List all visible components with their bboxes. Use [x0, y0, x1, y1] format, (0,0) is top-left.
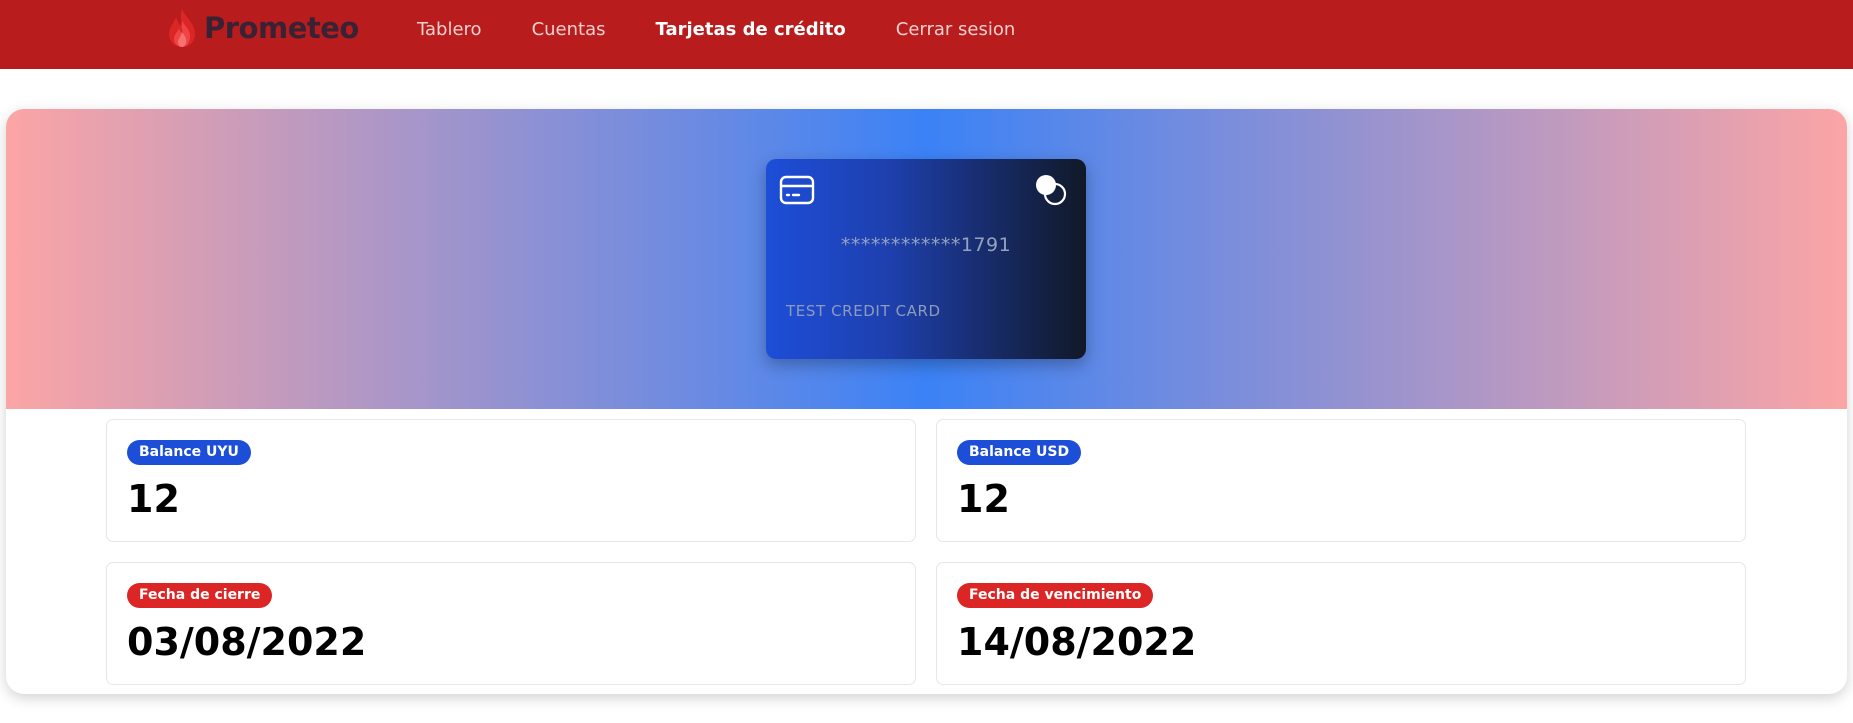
- stat-card-balance-uyu: Balance UYU 12: [106, 419, 916, 542]
- brand-link[interactable]: Prometeo: [166, 8, 359, 48]
- credit-card-icon: [779, 175, 815, 205]
- stat-value-fecha-de-vencimiento: 14/08/2022: [957, 620, 1197, 664]
- stat-card-fecha-de-cierre: Fecha de cierre 03/08/2022: [106, 562, 916, 685]
- card-brand-circles-icon: [1036, 175, 1067, 206]
- flame-logo-icon: [169, 9, 195, 47]
- nav-link-cerrar-sesion[interactable]: Cerrar sesion: [896, 19, 1016, 40]
- card-number: ************1791: [840, 234, 1012, 256]
- nav-link-tarjetas-de-credito[interactable]: Tarjetas de crédito: [656, 19, 846, 40]
- stat-value-balance-uyu: 12: [127, 477, 180, 521]
- stat-value-balance-usd: 12: [957, 477, 1010, 521]
- credit-card: ************1791 TEST CREDIT CARD: [766, 159, 1086, 359]
- stat-badge-balance-usd: Balance USD: [957, 440, 1082, 465]
- stat-badge-balance-uyu: Balance UYU: [127, 440, 251, 465]
- nav-link-tablero[interactable]: Tablero: [417, 19, 482, 40]
- nav-links: Tablero Cuentas Tarjetas de crédito Cerr…: [417, 0, 1065, 58]
- stat-badge-fecha-de-vencimiento: Fecha de vencimiento: [957, 583, 1154, 608]
- stat-card-fecha-de-vencimiento: Fecha de vencimiento 14/08/2022: [936, 562, 1746, 685]
- card-hero-banner: ************1791 TEST CREDIT CARD: [6, 109, 1847, 409]
- card-holder-name: TEST CREDIT CARD: [786, 302, 941, 320]
- brand-name: Prometeo: [204, 11, 359, 45]
- stat-value-fecha-de-cierre: 03/08/2022: [127, 620, 367, 664]
- credit-card-panel: ************1791 TEST CREDIT CARD Balanc…: [6, 109, 1847, 694]
- stat-card-balance-usd: Balance USD 12: [936, 419, 1746, 542]
- nav-link-cuentas[interactable]: Cuentas: [532, 19, 606, 40]
- top-navbar: Prometeo Tablero Cuentas Tarjetas de cré…: [0, 0, 1853, 69]
- stat-badge-fecha-de-cierre: Fecha de cierre: [127, 583, 273, 608]
